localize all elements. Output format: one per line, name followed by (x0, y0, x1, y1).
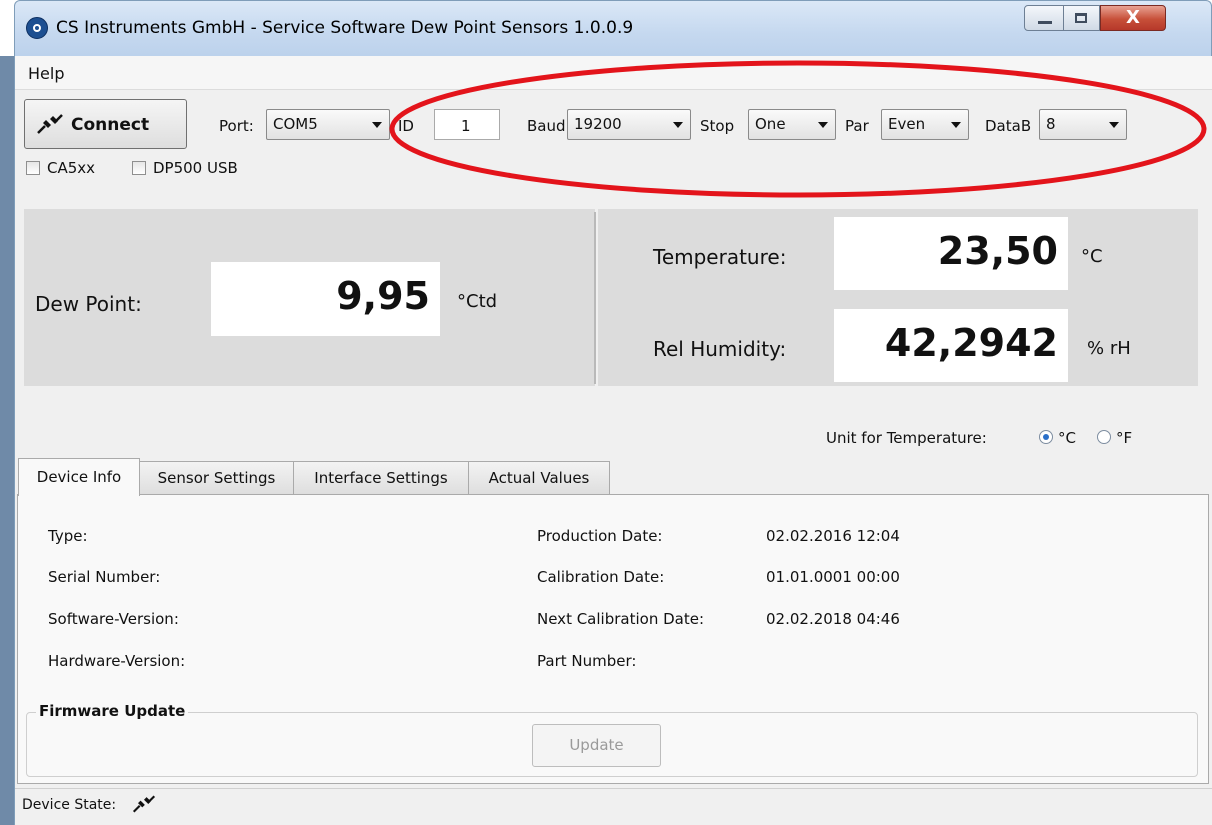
hardware-version-label: Hardware-Version: (48, 652, 186, 670)
panel-divider (594, 212, 596, 384)
app-logo-icon (26, 17, 48, 39)
temperature-display: 23,50 (834, 217, 1068, 290)
type-label: Type: (48, 527, 88, 545)
rel-humidity-value: 42,2942 (884, 321, 1058, 365)
tab-actual-values[interactable]: Actual Values (468, 461, 610, 495)
plug-connect-icon (132, 795, 156, 813)
highlight-ellipse-annotation (389, 60, 1207, 198)
update-button[interactable]: Update (532, 724, 661, 767)
calibration-date-label: Calibration Date: (537, 568, 665, 586)
production-date-label: Production Date: (537, 527, 663, 545)
connect-label: Connect (71, 115, 150, 135)
close-button[interactable]: X (1100, 5, 1166, 31)
maximize-button[interactable] (1064, 5, 1100, 31)
calibration-date-value: 01.01.0001 00:00 (766, 568, 900, 586)
next-calibration-date-label: Next Calibration Date: (537, 610, 704, 628)
device-state-label: Device State: (22, 797, 117, 813)
fahrenheit-label: °F (1116, 429, 1133, 447)
firmware-update-title: Firmware Update (36, 702, 189, 720)
unit-temperature-label: Unit for Temperature: (826, 429, 987, 447)
dew-point-label: Dew Point: (35, 292, 142, 316)
ca5xx-checkbox[interactable] (26, 161, 40, 175)
dew-point-unit: °Ctd (457, 291, 498, 312)
tab-sensor-settings[interactable]: Sensor Settings (139, 461, 294, 495)
dew-point-value: 9,95 (336, 274, 430, 318)
rel-humidity-unit: % rH (1087, 338, 1131, 359)
tab-device-info[interactable]: Device Info (18, 458, 140, 496)
dp500-usb-label: DP500 USB (153, 159, 238, 177)
temperature-label: Temperature: (653, 245, 787, 269)
next-calibration-date-value: 02.02.2018 04:46 (766, 610, 900, 628)
port-select[interactable]: COM5 (266, 109, 390, 140)
dew-point-display: 9,95 (211, 262, 440, 336)
part-number-label: Part Number: (537, 652, 637, 670)
chevron-down-icon (372, 122, 382, 128)
temperature-unit: °C (1081, 246, 1103, 267)
ca5xx-label: CA5xx (47, 159, 96, 177)
port-label: Port: (219, 117, 254, 135)
software-version-label: Software-Version: (48, 610, 179, 628)
celsius-radio[interactable] (1039, 430, 1053, 444)
tab-interface-settings[interactable]: Interface Settings (293, 461, 469, 495)
minimize-button[interactable] (1024, 5, 1064, 31)
window-left-border (0, 56, 14, 825)
menu-help[interactable]: Help (28, 64, 64, 83)
dp500-usb-checkbox[interactable] (132, 161, 146, 175)
serial-number-label: Serial Number: (48, 568, 161, 586)
celsius-label: °C (1058, 429, 1076, 447)
temperature-value: 23,50 (937, 229, 1058, 273)
production-date-value: 02.02.2016 12:04 (766, 527, 900, 545)
rel-humidity-label: Rel Humidity: (653, 337, 787, 361)
status-bar (15, 788, 1212, 825)
fahrenheit-radio[interactable] (1097, 430, 1111, 444)
port-value: COM5 (273, 115, 318, 133)
plug-connect-icon (37, 114, 63, 134)
window-title: CS Instruments GmbH - Service Software D… (56, 18, 634, 38)
rel-humidity-display: 42,2942 (834, 309, 1068, 382)
